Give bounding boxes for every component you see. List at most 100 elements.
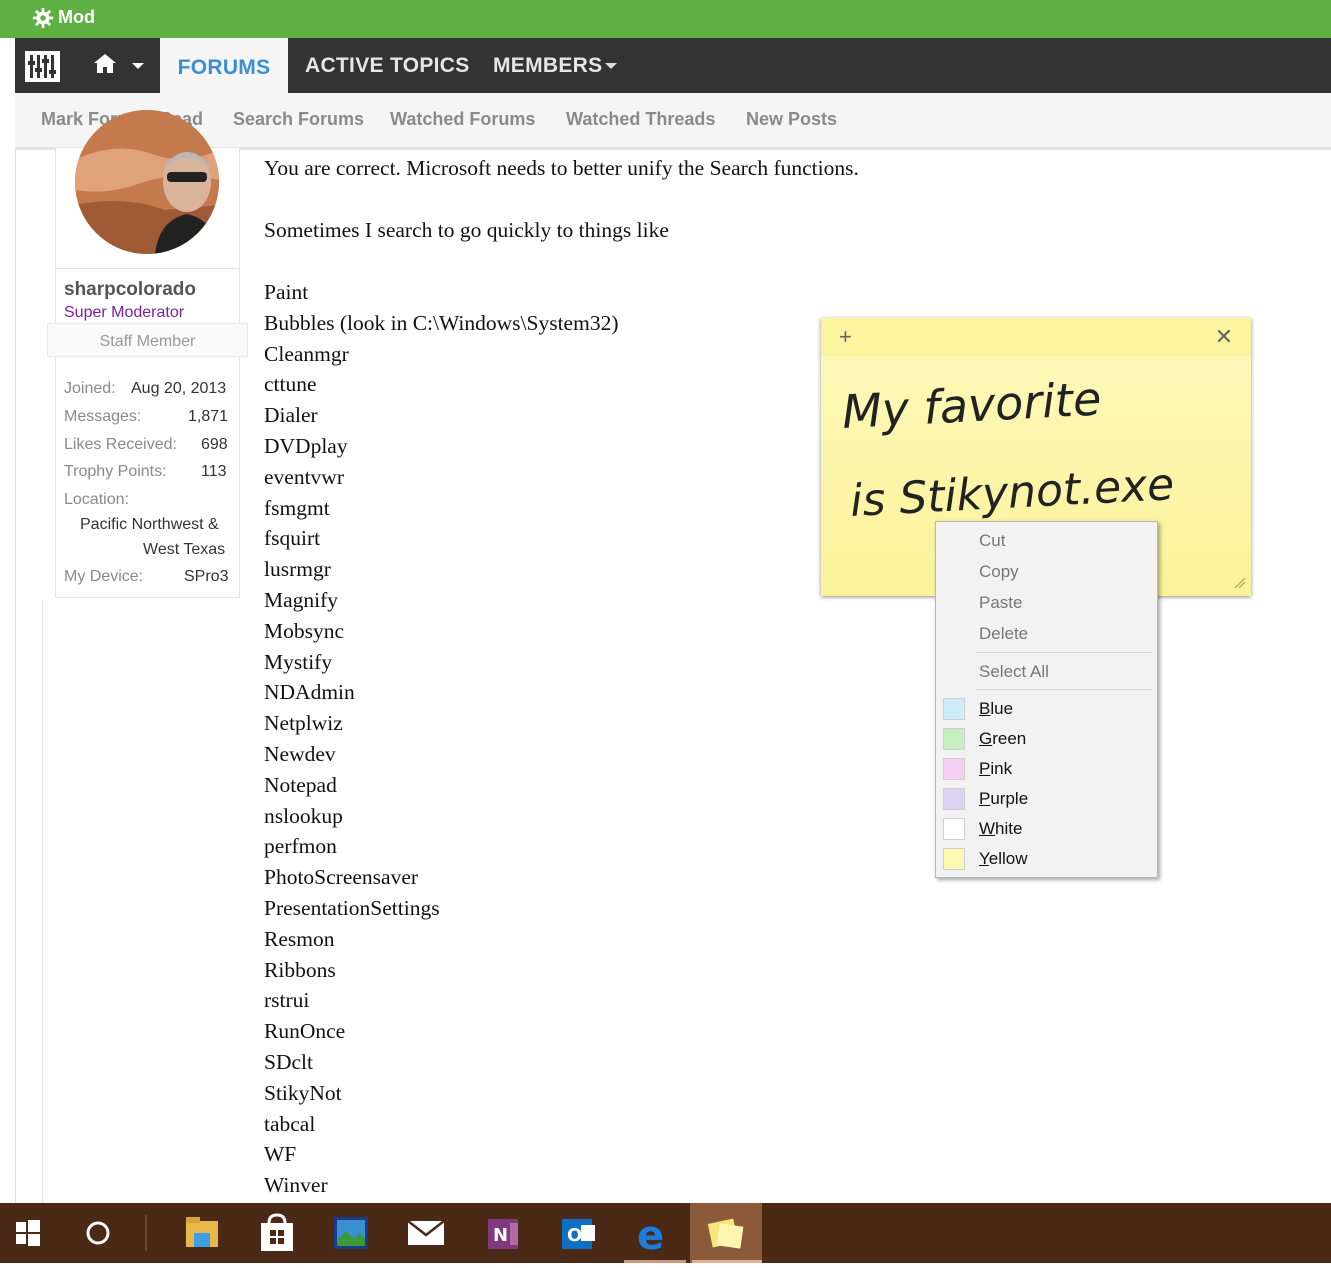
post-list-item: Mystify xyxy=(264,649,333,674)
menu-item-select-all[interactable]: Select All xyxy=(979,662,1049,682)
post-list-item: eventvwr xyxy=(264,464,344,489)
chevron-down-icon[interactable] xyxy=(132,63,144,69)
post-list-item: SDclt xyxy=(264,1050,313,1074)
menu-separator xyxy=(976,689,1152,690)
post-list-item: cttune xyxy=(264,372,317,397)
yellow-swatch-icon xyxy=(943,848,965,870)
sub-nav: Mark Forums Read Search Forums Watched F… xyxy=(15,93,1331,150)
main-nav: FORUMS ACTIVE TOPICS MEMBERS xyxy=(15,38,1331,93)
mod-bar: Mod xyxy=(0,0,1331,38)
sticky-notes-icon[interactable] xyxy=(690,1203,762,1263)
pink-swatch-icon xyxy=(943,758,965,780)
menu-item-green[interactable]: Green xyxy=(979,729,1026,749)
handwriting-line1: My favorite xyxy=(841,371,1103,438)
menu-item-purple-rest: urple xyxy=(990,789,1029,808)
gear-icon[interactable] xyxy=(32,7,54,29)
staff-badge: Staff Member xyxy=(47,323,248,357)
cortana-icon[interactable] xyxy=(62,1203,134,1263)
chevron-down-icon[interactable] xyxy=(605,63,617,69)
onenote-icon[interactable]: N xyxy=(466,1203,538,1263)
menu-item-white[interactable]: White xyxy=(979,819,1022,839)
file-explorer-icon[interactable] xyxy=(166,1203,238,1263)
trophy-value[interactable]: 113 xyxy=(201,463,227,481)
location-line2[interactable]: West Texas xyxy=(143,541,225,559)
post-list-item: Resmon xyxy=(264,926,335,951)
white-swatch-icon xyxy=(943,818,965,840)
store-icon[interactable] xyxy=(240,1203,312,1263)
menu-item-pink-rest: ink xyxy=(990,759,1013,778)
device-label: My Device: xyxy=(64,568,144,585)
post-list-item: WF xyxy=(264,1142,297,1167)
post-list-item: NDAdmin xyxy=(264,680,355,705)
svg-text:e: e xyxy=(637,1213,664,1259)
taskbar: N O e xyxy=(0,1203,1331,1263)
tab-active-topics[interactable]: ACTIVE TOPICS xyxy=(305,38,470,93)
page-border xyxy=(15,147,16,1203)
post-list-item: tabcal xyxy=(264,1111,316,1136)
tab-forums[interactable]: FORUMS xyxy=(160,38,288,93)
device-value: SPro3 xyxy=(184,568,229,585)
plus-icon[interactable]: + xyxy=(839,324,852,350)
tab-members[interactable]: MEMBERS xyxy=(493,38,602,93)
menu-item-paste[interactable]: Paste xyxy=(979,593,1022,613)
post-list-item: nslookup xyxy=(264,803,343,828)
messages-label: Messages: xyxy=(64,408,142,425)
post-list-item: Ribbons xyxy=(264,957,336,982)
mail-icon[interactable] xyxy=(390,1203,462,1263)
messages-value[interactable]: 1,871 xyxy=(188,408,228,426)
menu-item-white-rest: hite xyxy=(995,819,1023,838)
home-icon[interactable] xyxy=(93,52,117,74)
post-list-item: RunOnce xyxy=(264,1019,346,1044)
joined-label: Joined: xyxy=(64,380,116,397)
post-list-item: Magnify xyxy=(264,588,339,612)
blue-swatch-icon xyxy=(943,698,965,720)
menu-separator xyxy=(976,652,1152,653)
close-icon[interactable]: ✕ xyxy=(1215,324,1233,350)
post-list-item: Netplwiz xyxy=(264,711,343,736)
mod-label[interactable]: Mod xyxy=(58,7,95,28)
post-list-item: Paint xyxy=(264,280,309,304)
menu-item-delete[interactable]: Delete xyxy=(979,624,1028,644)
green-swatch-icon xyxy=(943,728,965,750)
post-list-item: PhotoScreensaver xyxy=(264,865,419,890)
location-label: Location: xyxy=(64,491,129,508)
post-list-item: PresentationSettings xyxy=(264,896,440,920)
sticky-note-header[interactable]: + ✕ xyxy=(821,318,1251,356)
post-list-item: StikyNot xyxy=(264,1080,342,1105)
context-menu: Cut Copy Paste Delete Select All Blue Gr… xyxy=(935,521,1158,878)
menu-item-cut[interactable]: Cut xyxy=(979,531,1005,551)
post-list-item: Dialer xyxy=(264,403,318,428)
location-line1[interactable]: Pacific Northwest & xyxy=(80,516,219,534)
trophy-label: Trophy Points: xyxy=(64,463,167,480)
search-forums-link[interactable]: Search Forums xyxy=(233,109,364,130)
menu-item-green-rest: reen xyxy=(992,729,1027,748)
watched-forums-link[interactable]: Watched Forums xyxy=(390,109,535,130)
watched-threads-link[interactable]: Watched Threads xyxy=(566,109,715,130)
divider xyxy=(145,1215,147,1251)
post-text: Sometimes I search to go quickly to thin… xyxy=(264,218,669,242)
menu-item-copy[interactable]: Copy xyxy=(979,562,1019,582)
svg-text:O: O xyxy=(567,1225,582,1246)
menu-item-yellow[interactable]: Yellow xyxy=(979,849,1028,869)
menu-item-blue[interactable]: Blue xyxy=(979,699,1013,719)
post-list-item: fsquirt xyxy=(264,526,321,551)
handwriting-line2: is Stikynot.exe xyxy=(849,459,1176,527)
site-logo[interactable] xyxy=(25,51,60,82)
avatar[interactable] xyxy=(75,110,219,254)
user-role: Super Moderator xyxy=(64,304,185,321)
menu-item-yellow-rest: ellow xyxy=(988,849,1028,868)
edge-icon[interactable]: e xyxy=(616,1203,688,1263)
likes-value: 698 xyxy=(201,436,228,453)
post-list-item: fsmgmt xyxy=(264,495,330,520)
post-list-item: Newdev xyxy=(264,742,336,766)
likes-label: Likes Received: xyxy=(64,436,177,453)
username[interactable]: sharpcolorado xyxy=(64,279,196,301)
photo-app-icon[interactable] xyxy=(316,1203,388,1263)
post-list-item: lusrmgr xyxy=(264,557,331,582)
menu-item-pink[interactable]: Pink xyxy=(979,759,1012,779)
post-text: You are correct. Microsoft needs to bett… xyxy=(264,156,859,180)
new-posts-link[interactable]: New Posts xyxy=(746,109,837,130)
outlook-icon[interactable]: O xyxy=(541,1203,613,1263)
post-list-item: DVDplay xyxy=(264,434,348,458)
menu-item-purple[interactable]: Purple xyxy=(979,789,1028,809)
